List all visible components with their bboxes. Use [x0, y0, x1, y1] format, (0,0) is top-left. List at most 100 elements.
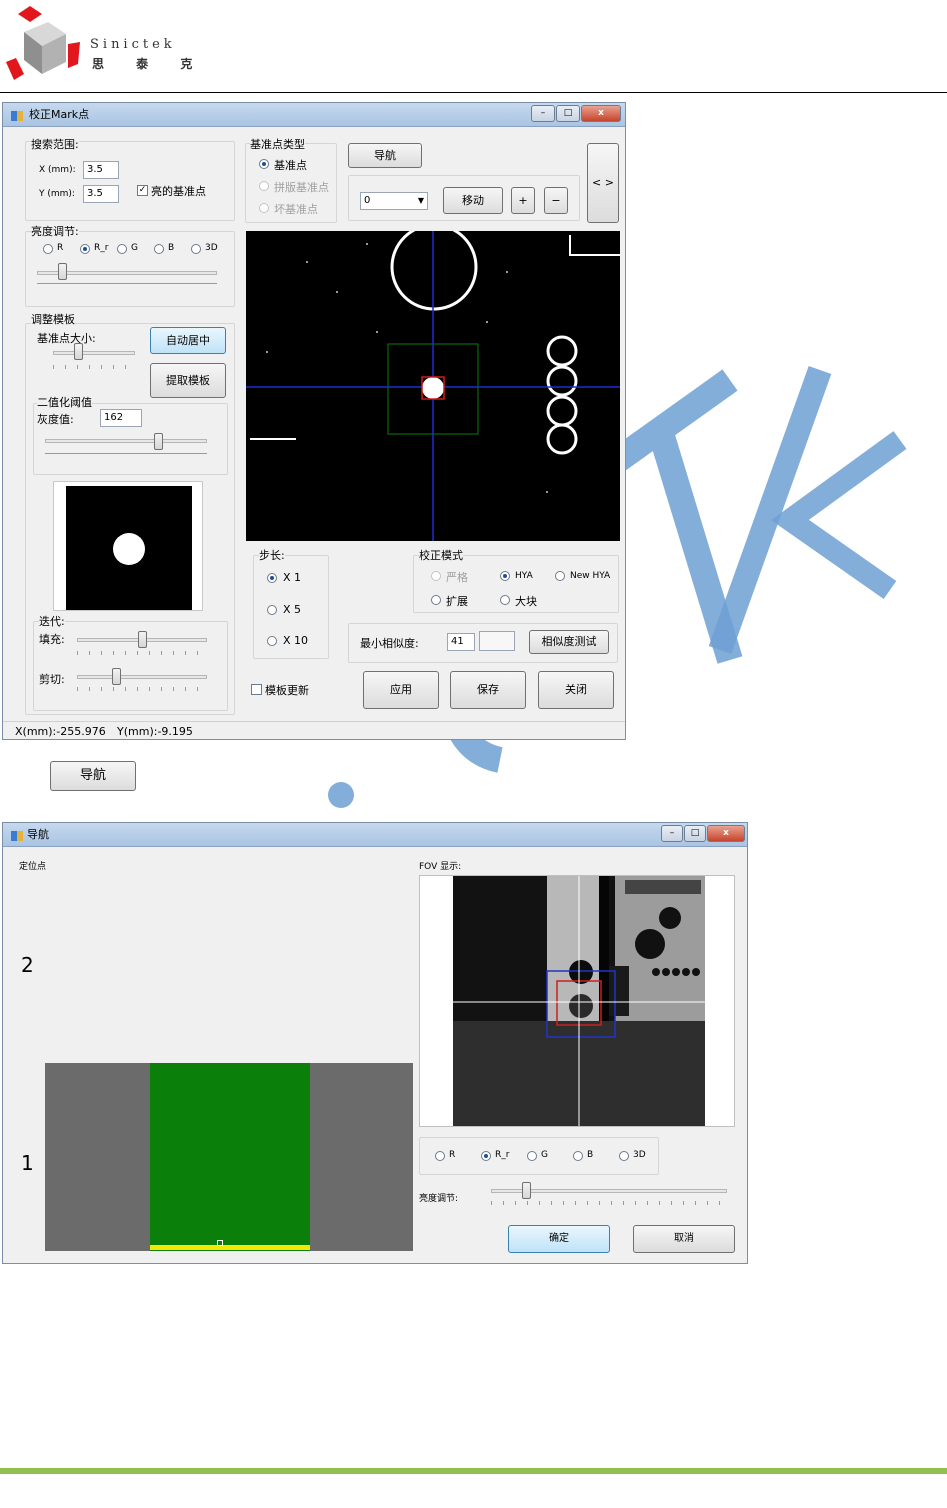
- y-range-input[interactable]: 3.5: [83, 185, 119, 203]
- nav-brightness-label: 亮度调节:: [419, 1194, 459, 1204]
- cut-ticks: [77, 687, 207, 691]
- mode-big-label: 大块: [515, 595, 537, 608]
- template-preview: [66, 486, 192, 610]
- step-5-label: X 5: [283, 603, 302, 616]
- cut-label: 剪切:: [39, 673, 65, 686]
- step-radio-1[interactable]: [267, 573, 277, 583]
- ref-type-mark-label: 基准点: [274, 159, 307, 172]
- fill-label: 填充:: [39, 633, 65, 646]
- nav-maximize-button[interactable]: □: [684, 825, 706, 842]
- board-area[interactable]: [45, 1063, 413, 1251]
- channel-radio-3d[interactable]: [619, 1151, 629, 1161]
- channel-label-g: G: [131, 243, 138, 253]
- mode-radio-expand[interactable]: [431, 595, 441, 605]
- auto-center-button[interactable]: 自动居中: [150, 327, 226, 354]
- toggle-panel-button[interactable]: < >: [587, 143, 619, 223]
- calibrate-mark-window: 校正Mark点 – □ x 搜索范围: X (mm): 3.5 Y (mm): …: [2, 102, 626, 740]
- channel-radio-r[interactable]: [435, 1151, 445, 1161]
- mark-size-ticks: [53, 365, 135, 369]
- gray-value-track[interactable]: [45, 439, 207, 443]
- navigate-button[interactable]: 导航: [348, 143, 422, 168]
- save-button[interactable]: 保存: [450, 671, 526, 709]
- plus-button[interactable]: +: [511, 187, 535, 214]
- close-button[interactable]: 关闭: [538, 671, 614, 709]
- point-1-label: 1: [21, 1151, 34, 1175]
- gray-value-thumb[interactable]: [154, 433, 164, 450]
- channel-radio-g[interactable]: [527, 1151, 537, 1161]
- nav-app-icon: [11, 831, 23, 841]
- maximize-button[interactable]: □: [556, 105, 580, 122]
- pcb-board[interactable]: [150, 1063, 310, 1251]
- iteration-title: 迭代:: [39, 613, 65, 629]
- nav-close-window-button[interactable]: x: [707, 825, 745, 842]
- mode-newhya-label: New HYA: [570, 571, 611, 581]
- window-title: 校正Mark点: [29, 108, 90, 121]
- mode-radio-strict[interactable]: [431, 571, 441, 581]
- template-update-label: 模板更新: [265, 684, 309, 697]
- y-label: Y (mm):: [39, 189, 75, 199]
- binarize-title: 二值化阈值: [37, 394, 92, 410]
- similarity-test-button[interactable]: 相似度测试: [529, 630, 609, 654]
- ref-type-radio-panel[interactable]: [259, 181, 269, 191]
- channel-radio-3d[interactable]: [191, 244, 201, 254]
- apply-button[interactable]: 应用: [363, 671, 439, 709]
- close-window-button[interactable]: x: [581, 105, 621, 122]
- similarity-input[interactable]: 41: [447, 633, 475, 651]
- cut-track[interactable]: [77, 675, 207, 679]
- template-update-checkbox[interactable]: [251, 684, 262, 695]
- logo-name: Sinictek: [90, 37, 176, 52]
- gray-value-input[interactable]: 162: [100, 409, 142, 427]
- template-preview-frame: [53, 481, 203, 611]
- gray-value-base: [45, 453, 207, 454]
- channel-label-3d: 3D: [633, 1150, 646, 1160]
- minimize-button[interactable]: –: [531, 105, 555, 122]
- bright-mark-checkbox[interactable]: ✓: [137, 185, 148, 196]
- logo-cube-icon: [6, 6, 80, 80]
- mode-radio-newhya[interactable]: [555, 571, 565, 581]
- move-select[interactable]: 0 ▼: [360, 192, 428, 210]
- fov-view[interactable]: [419, 875, 735, 1127]
- ok-button[interactable]: 确定: [508, 1225, 610, 1253]
- x-label: X (mm):: [39, 165, 76, 175]
- brightness-slider-thumb[interactable]: [58, 263, 68, 280]
- mark-size-thumb[interactable]: [73, 343, 83, 360]
- navigate-caption-button[interactable]: 导航: [50, 761, 136, 791]
- nav-minimize-button[interactable]: –: [661, 825, 683, 842]
- channel-radio-b[interactable]: [154, 244, 164, 254]
- step-1-label: X 1: [283, 571, 302, 584]
- mode-expand-label: 扩展: [446, 595, 468, 608]
- point-2-label: 2: [21, 953, 34, 977]
- mode-hya-label: HYA: [515, 571, 533, 581]
- mark-size-track[interactable]: [53, 351, 135, 355]
- cancel-button[interactable]: 取消: [633, 1225, 735, 1253]
- minus-button[interactable]: −: [544, 187, 568, 214]
- channel-radio-r[interactable]: [43, 244, 53, 254]
- camera-view[interactable]: [246, 231, 620, 541]
- cut-thumb[interactable]: [112, 668, 121, 685]
- mode-radio-hya[interactable]: [500, 571, 510, 581]
- bright-mark-label: 亮的基准点: [151, 185, 206, 198]
- ref-type-radio-bad[interactable]: [259, 203, 269, 213]
- template-title: 调整模板: [31, 311, 75, 327]
- x-range-input[interactable]: 3.5: [83, 161, 119, 179]
- extract-template-button[interactable]: 提取模板: [150, 363, 226, 398]
- ref-type-bad-label: 坏基准点: [274, 203, 318, 216]
- channel-radio-g[interactable]: [117, 244, 127, 254]
- nav-title-bar: [3, 823, 747, 847]
- channel-radio-r-r[interactable]: [481, 1151, 491, 1161]
- step-radio-5[interactable]: [267, 605, 277, 615]
- channel-radio-b[interactable]: [573, 1151, 583, 1161]
- fill-thumb[interactable]: [138, 631, 147, 648]
- step-radio-10[interactable]: [267, 636, 277, 646]
- ref-type-radio-mark[interactable]: [259, 159, 269, 169]
- status-x: X(mm):-255.976: [15, 725, 106, 738]
- channel-radio-r-r[interactable]: [80, 244, 90, 254]
- nav-brightness-thumb[interactable]: [522, 1182, 532, 1199]
- gray-value-label: 灰度值:: [37, 413, 74, 426]
- nav-brightness-ticks: [491, 1201, 727, 1205]
- move-button[interactable]: 移动: [443, 187, 503, 214]
- channel-label-r: R: [57, 243, 64, 253]
- ref-type-panel-label: 拼版基准点: [274, 181, 329, 194]
- mark-size-label: 基准点大小:: [37, 332, 96, 345]
- mode-radio-big[interactable]: [500, 595, 510, 605]
